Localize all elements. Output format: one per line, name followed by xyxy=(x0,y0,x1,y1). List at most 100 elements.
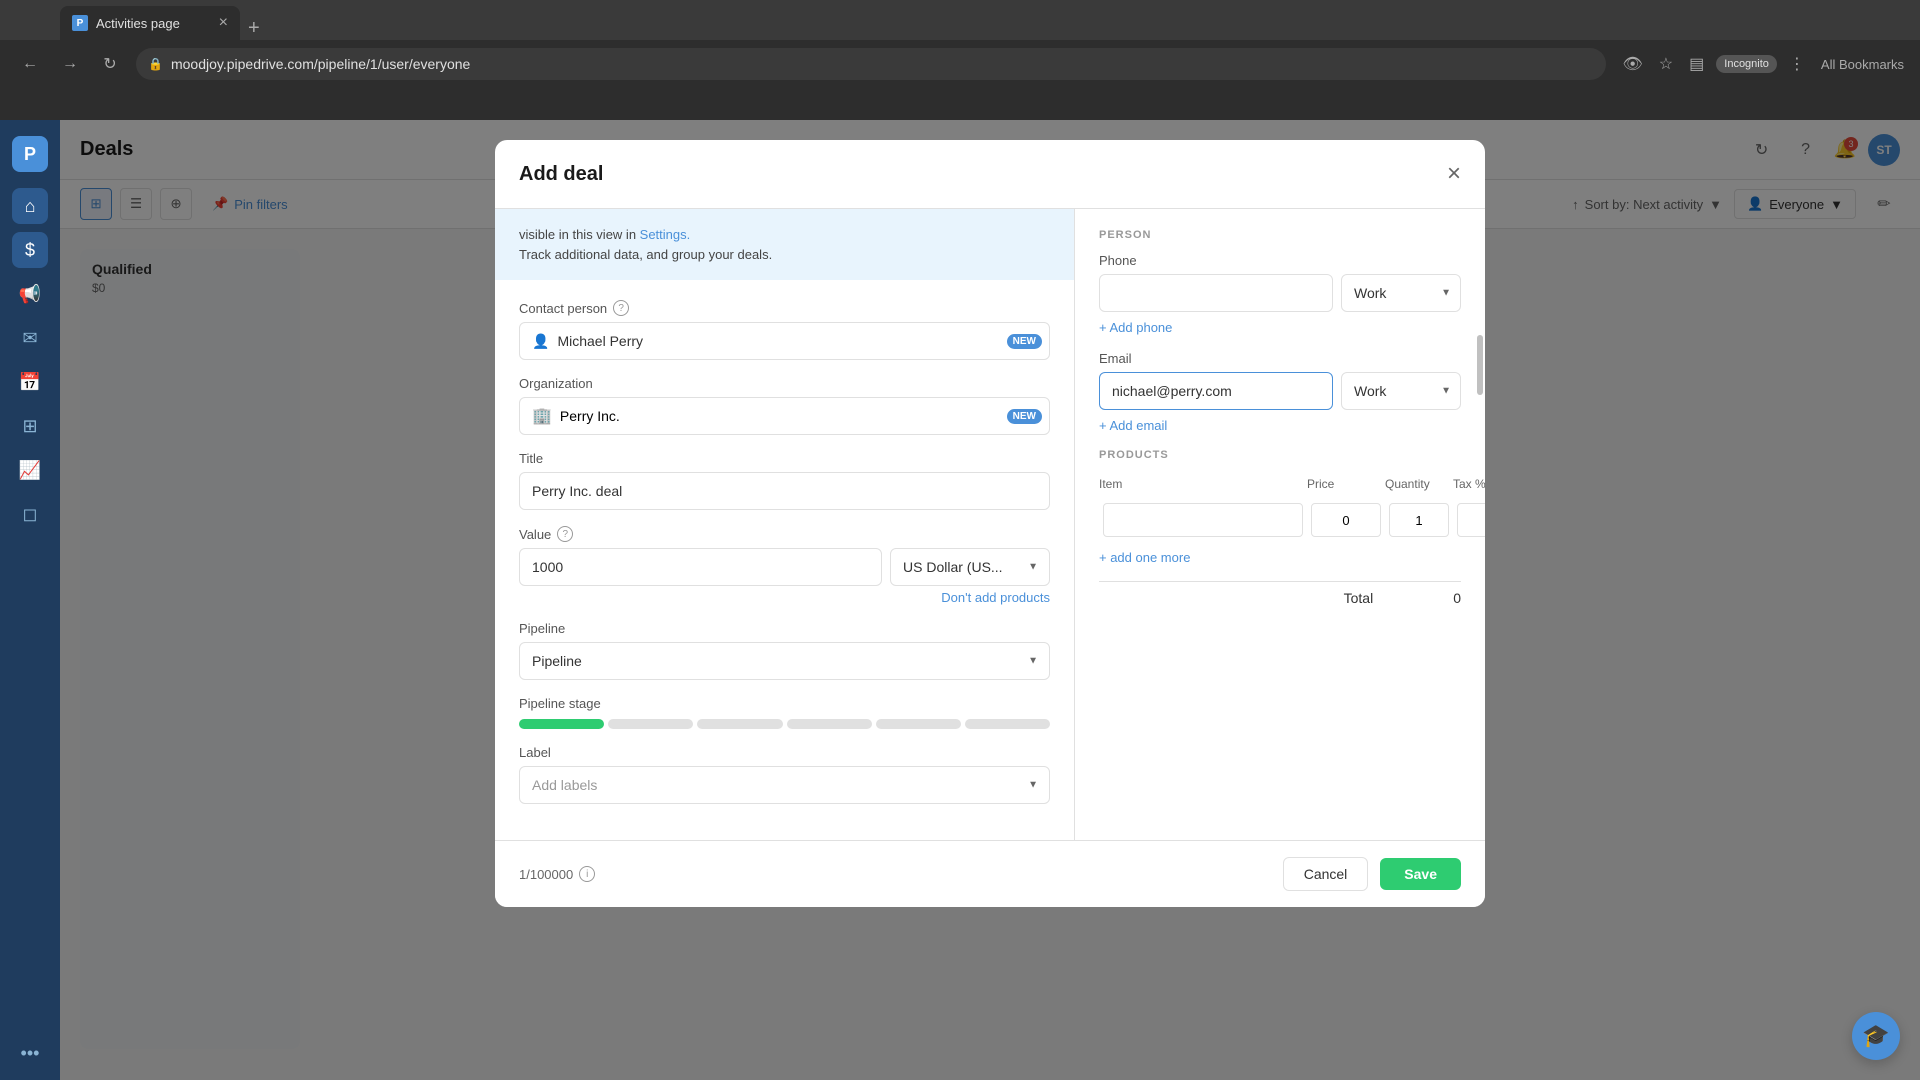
currency-select[interactable]: US Dollar (US... xyxy=(890,548,1050,586)
modal-left-panel: visible in this view in Settings. Track … xyxy=(495,209,1075,840)
url-input[interactable] xyxy=(171,56,1595,72)
contact-person-field: Contact person ? 👤 NEW xyxy=(519,300,1050,360)
pipeline-select[interactable]: Pipeline xyxy=(519,642,1050,680)
label-select[interactable]: Add labels xyxy=(519,766,1050,804)
email-input[interactable] xyxy=(1099,372,1333,410)
sidebar-logo[interactable]: P xyxy=(12,136,48,172)
value-label: Value ? xyxy=(519,526,1050,542)
org-icon: 🏢 xyxy=(532,406,552,426)
value-field: Value ? US Dollar (US... xyxy=(519,526,1050,605)
incognito-badge: Incognito xyxy=(1716,55,1777,73)
forward-button[interactable]: → xyxy=(56,50,84,78)
add-one-more-button[interactable]: + add one more xyxy=(1099,550,1190,565)
add-phone-button[interactable]: + Add phone xyxy=(1099,320,1172,335)
modal-title: Add deal xyxy=(519,163,603,186)
email-row: Work xyxy=(1099,372,1461,410)
scrollbar-thumb[interactable] xyxy=(1477,335,1483,395)
contact-person-input[interactable]: 👤 NEW xyxy=(519,322,1050,360)
sidebar-icon[interactable]: ▤ xyxy=(1685,50,1708,78)
tab-title: Activities page xyxy=(96,16,180,31)
modal-body: visible in this view in Settings. Track … xyxy=(495,209,1485,840)
right-scrollbar[interactable] xyxy=(1477,209,1483,840)
browser-tab-active[interactable]: P Activities page × xyxy=(60,6,240,40)
counter-info-icon[interactable]: i xyxy=(579,866,595,882)
qty-input[interactable] xyxy=(1389,503,1449,537)
sidebar: P ⌂ $ 📢 ✉ 📅 ⊞ 📈 ◻ ••• xyxy=(0,120,60,1080)
total-row: Total 0 xyxy=(1099,581,1461,614)
price-col-header: Price xyxy=(1307,473,1385,499)
save-button[interactable]: Save xyxy=(1380,858,1461,890)
back-button[interactable]: ← xyxy=(16,50,44,78)
sidebar-more-icon[interactable]: ••• xyxy=(21,1043,40,1064)
extensions-icon[interactable]: ⋮ xyxy=(1785,50,1809,78)
chat-bubble-button[interactable]: 🎓 xyxy=(1852,1012,1900,1060)
email-type-wrapper: Work xyxy=(1341,372,1461,410)
phone-type-select[interactable]: Work xyxy=(1341,274,1461,312)
person-section-label: PERSON xyxy=(1099,229,1461,241)
eye-slash-icon: 👁 xyxy=(1618,50,1646,78)
modal-footer: 1/100000 i Cancel Save xyxy=(495,840,1485,907)
stage-5[interactable] xyxy=(876,719,961,729)
organization-text-input[interactable] xyxy=(560,408,1037,424)
browser-controls: ← → ↻ 🔒 👁 ☆ ▤ Incognito ⋮ All Bookmarks xyxy=(0,40,1920,88)
info-banner-text: visible in this view in xyxy=(519,227,640,242)
organization-input-wrapper: 🏢 NEW xyxy=(519,397,1050,435)
total-label: Total xyxy=(1344,590,1374,606)
sidebar-item-products[interactable]: ◻ xyxy=(12,496,48,532)
organization-field: Organization 🏢 NEW xyxy=(519,376,1050,435)
tab-close-button[interactable]: × xyxy=(219,14,228,32)
pipeline-select-wrapper: Pipeline xyxy=(519,642,1050,680)
contact-person-input-wrapper: 👤 NEW xyxy=(519,322,1050,360)
stage-2[interactable] xyxy=(608,719,693,729)
organization-label: Organization xyxy=(519,376,1050,391)
add-email-button[interactable]: + Add email xyxy=(1099,418,1167,433)
dont-add-products-link[interactable]: Don't add products xyxy=(519,590,1050,605)
sidebar-item-home[interactable]: ⌂ xyxy=(12,188,48,224)
stage-6[interactable] xyxy=(965,719,1050,729)
modal-close-button[interactable]: × xyxy=(1447,160,1461,188)
item-input[interactable] xyxy=(1103,503,1303,537)
title-input[interactable] xyxy=(519,472,1050,510)
sidebar-item-reports[interactable]: 📈 xyxy=(12,452,48,488)
address-bar[interactable]: 🔒 xyxy=(136,48,1606,80)
title-label: Title xyxy=(519,451,1050,466)
browser-tabs: P Activities page × + xyxy=(0,0,1920,40)
organization-input[interactable]: 🏢 NEW xyxy=(519,397,1050,435)
modal-right-panel: PERSON Phone Work + Add phone xyxy=(1075,209,1485,840)
item-col-header: Item xyxy=(1099,473,1307,499)
sidebar-item-calendar[interactable]: 📅 xyxy=(12,364,48,400)
email-label: Email xyxy=(1099,351,1461,366)
stage-4[interactable] xyxy=(787,719,872,729)
phone-label: Phone xyxy=(1099,253,1461,268)
contact-person-text-input[interactable] xyxy=(557,333,1037,349)
refresh-button[interactable]: ↻ xyxy=(96,50,124,78)
stage-3[interactable] xyxy=(697,719,782,729)
new-tab-button[interactable]: + xyxy=(240,17,268,40)
sidebar-item-activities[interactable]: 📢 xyxy=(12,276,48,312)
product-item-cell xyxy=(1099,499,1307,541)
pipeline-stage-label: Pipeline stage xyxy=(519,696,1050,711)
product-qty-cell xyxy=(1385,499,1453,541)
value-amount-input[interactable] xyxy=(519,548,882,586)
sidebar-item-contacts[interactable]: ⊞ xyxy=(12,408,48,444)
price-input[interactable] xyxy=(1311,503,1381,537)
sidebar-item-deals[interactable]: $ xyxy=(12,232,48,268)
stage-1[interactable] xyxy=(519,719,604,729)
tab-favicon: P xyxy=(72,15,88,31)
settings-link[interactable]: Settings. xyxy=(640,227,691,242)
value-help-icon[interactable]: ? xyxy=(557,526,573,542)
cancel-button[interactable]: Cancel xyxy=(1283,857,1369,891)
product-price-cell xyxy=(1307,499,1385,541)
bookmark-star-icon[interactable]: ☆ xyxy=(1655,50,1677,78)
phone-input[interactable] xyxy=(1099,274,1333,312)
info-banner-subtext: Track additional data, and group your de… xyxy=(519,247,772,262)
email-type-select[interactable]: Work xyxy=(1341,372,1461,410)
add-deal-modal: Add deal × visible in this view in Setti… xyxy=(495,140,1485,907)
org-new-badge: NEW xyxy=(1007,409,1042,424)
title-field: Title xyxy=(519,451,1050,510)
pipeline-stage-field: Pipeline stage xyxy=(519,696,1050,729)
sidebar-item-mail[interactable]: ✉ xyxy=(12,320,48,356)
contact-person-label: Contact person ? xyxy=(519,300,1050,316)
contact-person-help-icon[interactable]: ? xyxy=(613,300,629,316)
quantity-col-header: Quantity xyxy=(1385,473,1453,499)
